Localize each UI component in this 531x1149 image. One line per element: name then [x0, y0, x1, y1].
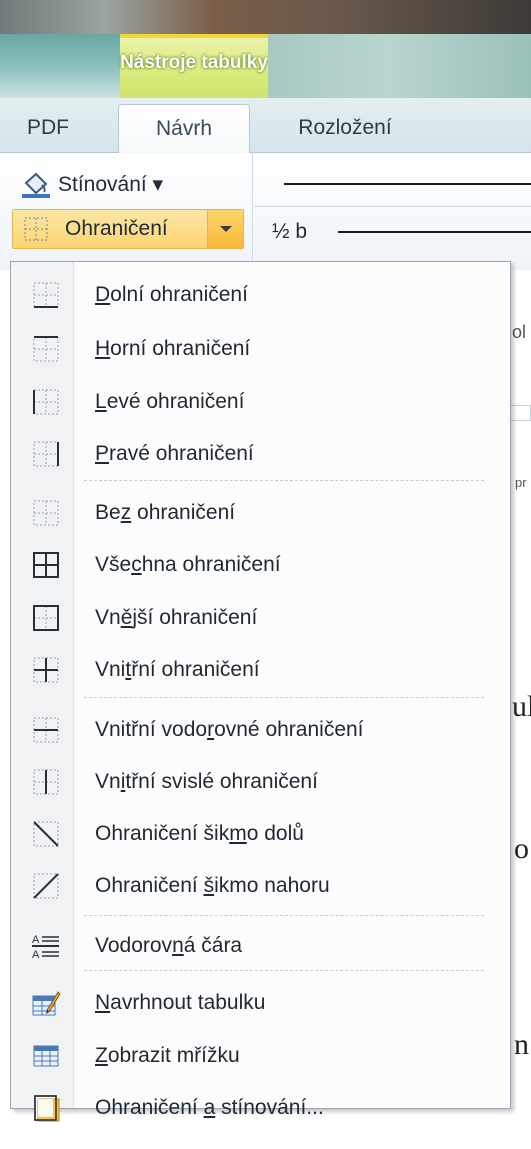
table-tools-label: Nástroje tabulky [120, 52, 268, 73]
menu-item-horizontal-line[interactable]: A A Vodorovná čára [11, 921, 509, 971]
doc-fragment: o [514, 832, 529, 865]
borders-dropdown-arrow[interactable] [207, 210, 243, 248]
top-border-icon [33, 336, 59, 362]
borders-icon [24, 217, 48, 241]
menu-item-label: Zobrazit mřížku [95, 1044, 240, 1067]
window-title-bar [0, 0, 531, 34]
view-gridlines-icon [33, 1045, 59, 1067]
menu-item-label: Navrhnout tabulku [95, 991, 266, 1014]
all-borders-icon [33, 552, 59, 578]
menu-item-inside-horizontal-border[interactable]: Vnitřní vodorovné ohraničení [11, 705, 509, 755]
diagonal-up-border-icon [33, 873, 59, 899]
line-weight-sample[interactable] [338, 231, 531, 233]
menu-item-label: Bez ohraničení [95, 501, 236, 524]
menu-item-right-border[interactable]: Pravé ohraničení [11, 429, 509, 479]
menu-separator [84, 697, 484, 698]
menu-item-label: Levé ohraničení [95, 390, 245, 413]
right-border-icon [33, 441, 59, 467]
menu-item-inside-vertical-border[interactable]: Vnitřní svislé ohraničení [11, 757, 509, 807]
svg-text:A: A [32, 934, 40, 946]
inside-borders-icon [33, 657, 59, 683]
menu-item-label: Vodorovná čára [95, 934, 243, 957]
menu-item-label: Ohraničení šikmo nahoru [95, 874, 330, 897]
borders-and-shading-icon [34, 1095, 60, 1122]
outside-borders-icon [33, 605, 59, 631]
menu-item-label: Dolní ohraničení [95, 283, 248, 306]
menu-item-no-border[interactable]: Bez ohraničení [11, 488, 509, 538]
menu-item-outside-borders[interactable]: Vnější ohraničení [11, 593, 509, 643]
menu-item-label: Vnitřní svislé ohraničení [95, 770, 318, 793]
bottom-border-icon [33, 282, 59, 308]
borders-button[interactable]: Ohraničení [12, 209, 244, 249]
draw-table-icon [32, 991, 61, 1016]
horizontal-line-icon: A A [32, 934, 59, 961]
menu-item-label: Vnitřní ohraničení [95, 658, 260, 681]
tab-pdf[interactable]: PDF [18, 104, 78, 152]
menu-item-left-border[interactable]: Levé ohraničení [11, 377, 509, 427]
menu-item-label: Vnější ohraničení [95, 606, 258, 629]
doc-fragment: ul [512, 690, 531, 723]
menu-item-inside-borders[interactable]: Vnitřní ohraničení [11, 645, 509, 695]
no-border-icon [33, 500, 59, 526]
menu-item-label: Ohraničení šikmo dolů [95, 822, 304, 845]
inside-vertical-border-icon [33, 769, 59, 795]
borders-button-label: Ohraničení [65, 217, 168, 240]
tab-design[interactable]: Návrh [118, 104, 250, 153]
menu-item-diagonal-down-border[interactable]: Ohraničení šikmo dolů [11, 809, 509, 859]
doc-fragment: ol [512, 322, 527, 342]
diagonal-down-border-icon [33, 821, 59, 847]
menu-item-label: Pravé ohraničení [95, 442, 254, 465]
ribbon-divider [254, 206, 531, 207]
menu-item-label: Vnitřní vodorovné ohraničení [95, 718, 364, 741]
line-weight-value[interactable]: ½ b [272, 220, 307, 244]
paint-bucket-icon [22, 172, 50, 198]
shading-button[interactable]: Stínování ▾ [14, 168, 163, 202]
left-border-icon [33, 389, 59, 415]
inside-horizontal-border-icon [33, 717, 59, 743]
menu-item-draw-table[interactable]: Navrhnout tabulku [11, 978, 509, 1028]
menu-item-label: Ohraničení a stínování... [95, 1096, 324, 1119]
ribbon-separator [252, 153, 253, 263]
doc-fragment: n [514, 1028, 529, 1061]
chevron-down-icon [220, 226, 232, 232]
shading-button-label: Stínování ▾ [58, 173, 164, 196]
menu-item-diagonal-up-border[interactable]: Ohraničení šikmo nahoru [11, 861, 509, 911]
contextual-band-right [268, 34, 531, 98]
svg-text:A: A [32, 949, 40, 961]
ribbon-tab-row [0, 98, 531, 153]
doc-fragment: pr [515, 475, 527, 490]
line-style-sample[interactable] [284, 183, 531, 185]
menu-item-borders-and-shading[interactable]: Ohraničení a stínování... [11, 1083, 509, 1133]
menu-item-bottom-border[interactable]: Dolní ohraničení [11, 270, 509, 320]
menu-item-all-borders[interactable]: Všechna ohraničení [11, 540, 509, 590]
menu-item-view-gridlines[interactable]: Zobrazit mřížku [11, 1031, 509, 1081]
menu-item-top-border[interactable]: Horní ohraničení [11, 324, 509, 374]
tab-layout[interactable]: Rozložení [270, 104, 420, 152]
menu-item-label: Horní ohraničení [95, 337, 251, 360]
menu-item-label: Všechna ohraničení [95, 553, 281, 576]
menu-separator [84, 480, 484, 481]
menu-separator [84, 915, 484, 916]
